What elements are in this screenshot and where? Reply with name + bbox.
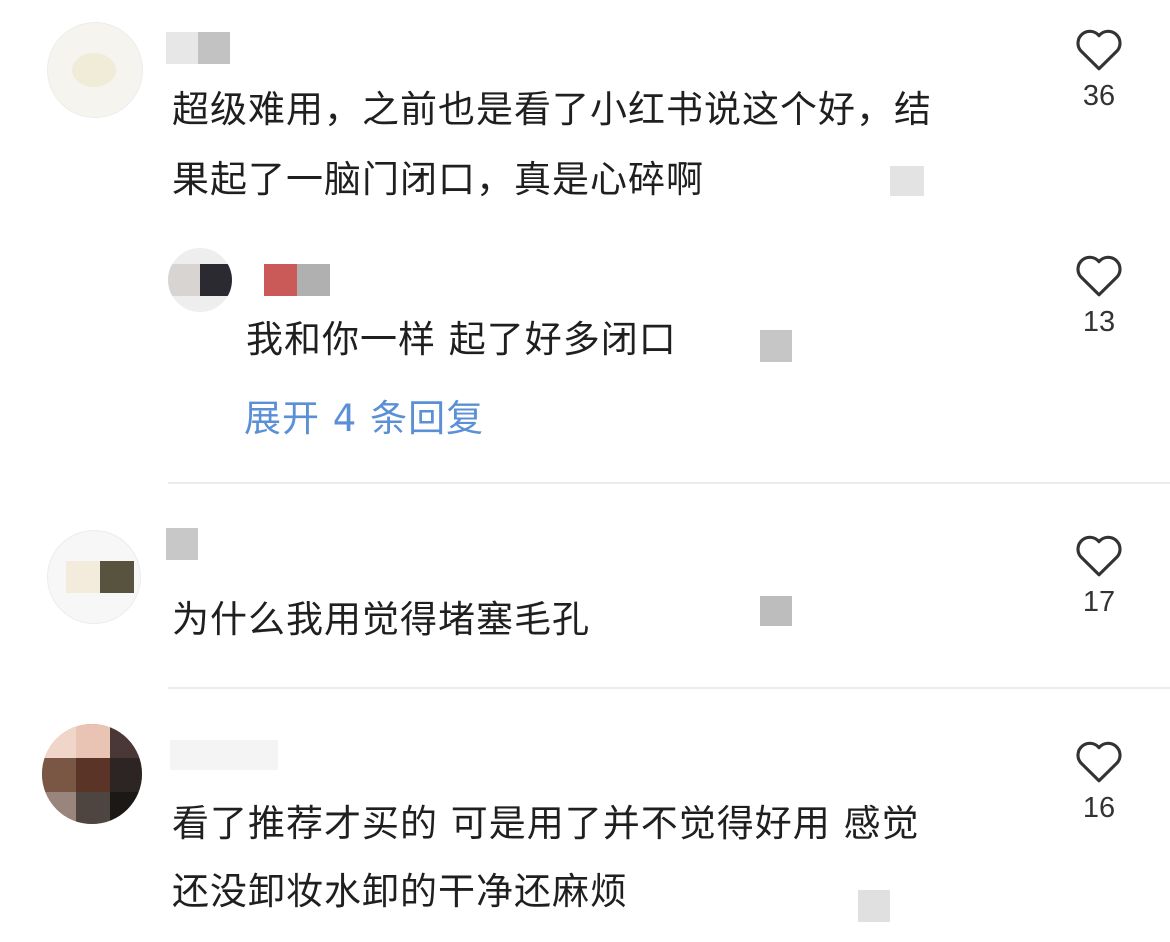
heart-outline-icon xyxy=(1076,255,1122,297)
username-redacted[interactable] xyxy=(166,528,198,560)
divider xyxy=(168,687,1170,689)
like-count: 13 xyxy=(1082,306,1116,338)
username-redacted[interactable] xyxy=(166,32,246,64)
like-button[interactable]: 16 xyxy=(1069,738,1129,825)
like-count: 17 xyxy=(1082,586,1116,618)
expand-replies-link[interactable]: 展开 4 条回复 xyxy=(244,388,484,442)
reply-text: 我和你一样 起了好多闭口 xyxy=(246,318,677,361)
timestamp-redacted xyxy=(890,166,924,196)
like-button[interactable]: 17 xyxy=(1069,532,1129,619)
avatar[interactable] xyxy=(47,530,141,624)
username-redacted[interactable] xyxy=(170,740,278,770)
timestamp-redacted xyxy=(760,330,792,362)
comment-text-line: 超级难用，之前也是看了小红书说这个好，结 xyxy=(172,88,932,131)
avatar[interactable] xyxy=(42,724,142,824)
comment-text-line: 看了推荐才买的 可是用了并不觉得好用 感觉 xyxy=(172,802,920,845)
divider xyxy=(168,482,1170,484)
heart-outline-icon xyxy=(1076,535,1122,577)
comment-text-line: 为什么我用觉得堵塞毛孔 xyxy=(172,598,590,641)
timestamp-redacted xyxy=(760,596,792,626)
heart-outline-icon xyxy=(1076,29,1122,71)
like-count: 36 xyxy=(1082,80,1116,112)
like-button[interactable]: 13 xyxy=(1069,252,1129,339)
like-button[interactable]: 36 xyxy=(1069,26,1129,113)
like-count: 16 xyxy=(1082,792,1116,824)
comment-text-line: 还没卸妆水卸的干净还麻烦 xyxy=(172,870,628,913)
username-redacted[interactable] xyxy=(264,264,330,296)
avatar[interactable] xyxy=(168,248,232,312)
comment-text-line: 果起了一脑门闭口，真是心碎啊 xyxy=(172,158,704,201)
avatar[interactable] xyxy=(47,22,143,118)
timestamp-redacted xyxy=(858,890,890,922)
heart-outline-icon xyxy=(1076,741,1122,783)
